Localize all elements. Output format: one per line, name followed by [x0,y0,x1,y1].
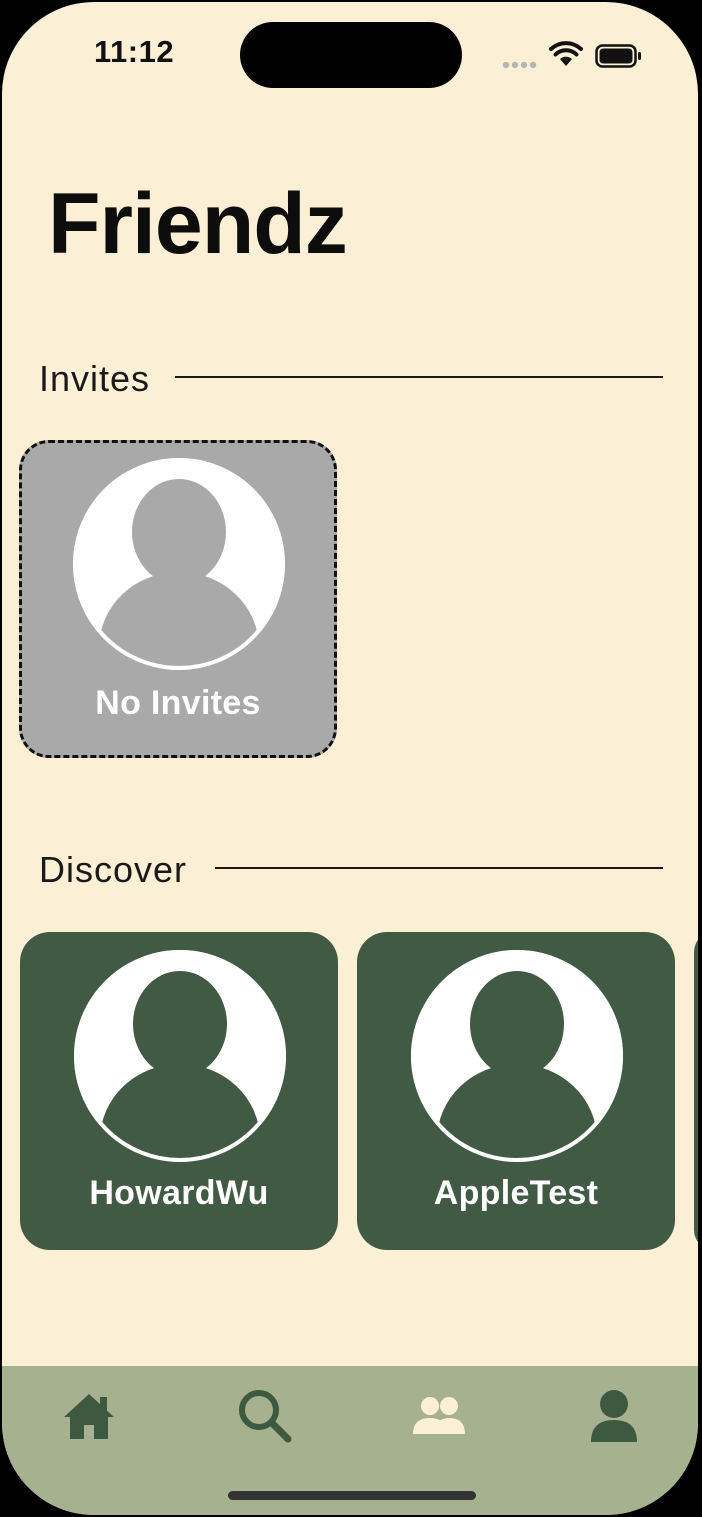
app-screen: 11:12 Friendz Invites No Invites Discove… [2,2,698,1515]
page-title: Friendz [48,176,348,272]
status-time: 11:12 [94,34,175,69]
profile-icon [591,1390,637,1442]
discover-user-card[interactable]: AppleTest [357,932,675,1250]
invites-section-label: Invites [39,358,151,399]
signal-dots-icon [502,61,537,69]
tab-friends[interactable] [394,1376,484,1456]
invites-divider [175,376,663,378]
no-invites-label: No Invites [95,684,261,722]
user-name: AppleTest [433,1174,599,1212]
tab-home[interactable] [44,1376,134,1456]
battery-icon [595,44,641,68]
default-avatar-icon [73,458,285,670]
tab-search[interactable] [220,1376,310,1456]
dynamic-island [240,22,462,88]
friends-icon [413,1397,465,1434]
tab-profile[interactable] [569,1376,659,1456]
default-avatar-icon [74,950,286,1162]
default-avatar-icon [411,950,623,1162]
home-icon [64,1394,114,1439]
discover-user-card[interactable]: HowardWu [20,932,338,1250]
user-name: HowardWu [89,1174,269,1212]
bottom-tab-bar [2,1366,698,1515]
no-invites-card: No Invites [19,440,337,758]
search-icon [239,1390,292,1443]
wifi-icon [549,41,583,66]
phone-frame: 11:12 Friendz Invites No Invites Discove… [0,0,702,1517]
home-indicator[interactable] [228,1491,476,1500]
discover-divider [215,867,663,869]
discover-user-card-partial[interactable] [694,932,698,1250]
discover-section-label: Discover [39,849,188,890]
